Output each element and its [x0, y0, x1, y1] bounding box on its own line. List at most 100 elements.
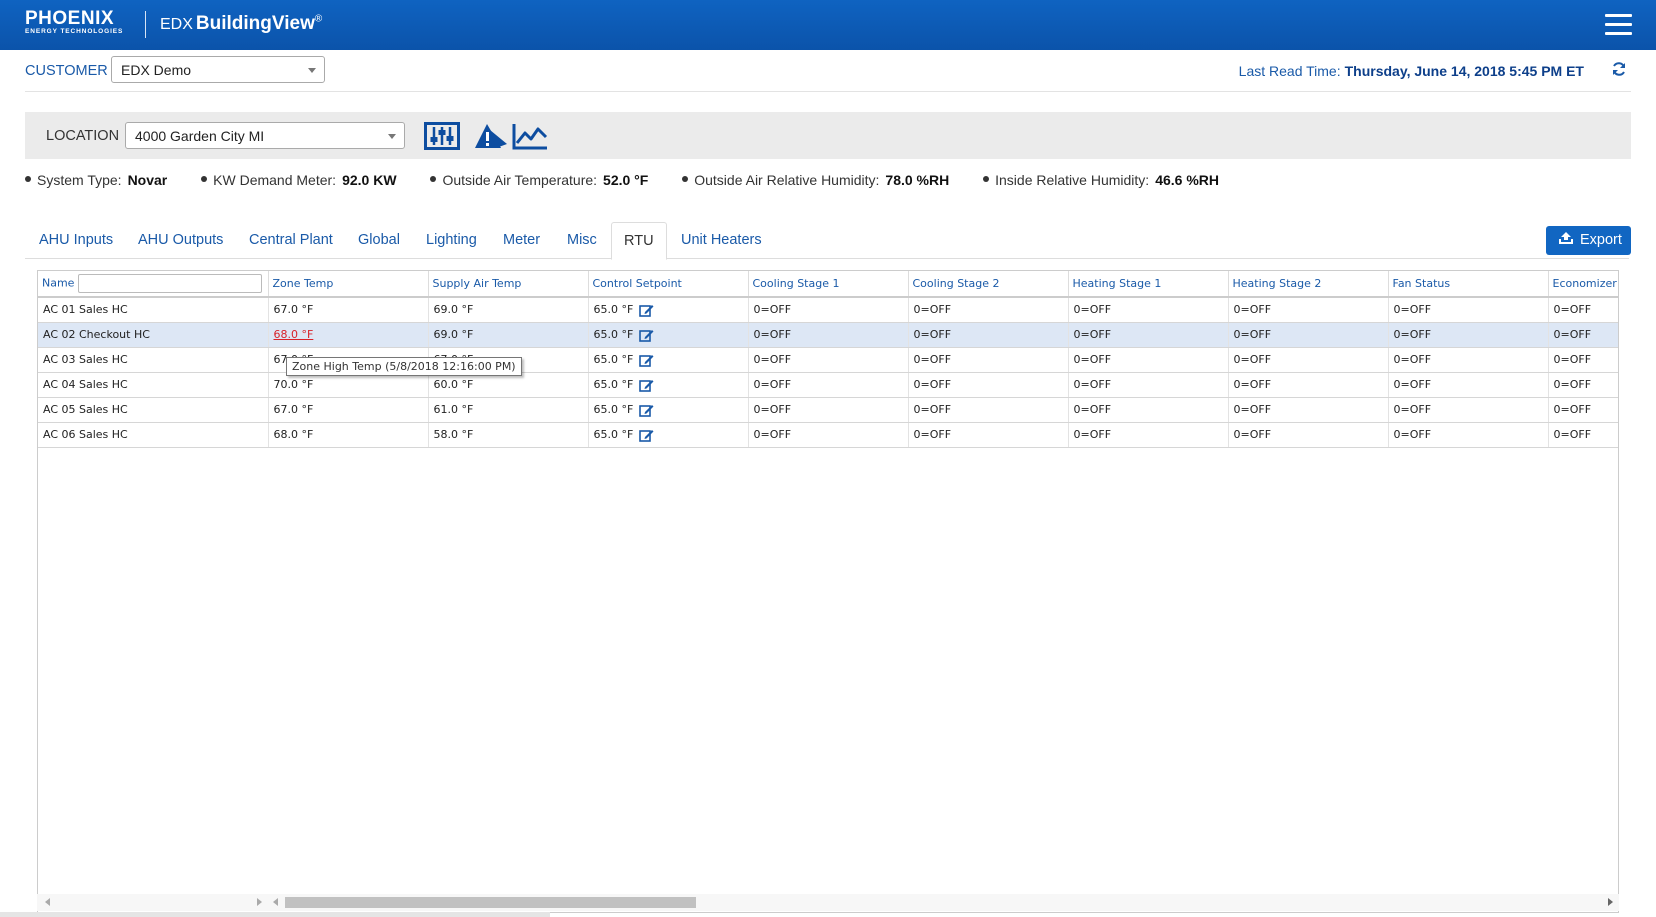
cell-value: 0=OFF: [913, 353, 952, 366]
table-cell-h1: 0=OFF: [1068, 297, 1229, 323]
tab-lighting[interactable]: Lighting: [426, 222, 477, 259]
status-outside-air-temp: Outside Air Temperature: 52.0 °F: [430, 172, 648, 188]
tab-meter[interactable]: Meter: [503, 222, 540, 259]
divider: [25, 91, 1631, 92]
cell-value: 0=OFF: [913, 328, 952, 341]
table-row[interactable]: AC 03 Sales HC67.0 °F67.0 °F65.0 °F0=OFF…: [38, 347, 1618, 373]
cell-value: 65.0 °F: [593, 302, 634, 316]
cell-value: 60.0 °F: [433, 378, 474, 391]
tab-ahu-outputs[interactable]: AHU Outputs: [138, 222, 223, 259]
cell-value: 65.0 °F: [593, 352, 634, 366]
edit-icon[interactable]: [639, 353, 654, 367]
export-button[interactable]: Export: [1546, 226, 1631, 255]
column-header-cooling-stage-1[interactable]: Cooling Stage 1: [748, 271, 909, 298]
cell-value: 65.0 °F: [593, 402, 634, 416]
location-bar: LOCATION 4000 Garden City MI: [25, 112, 1631, 159]
menu-icon[interactable]: [1605, 14, 1632, 36]
cell-value: 0=OFF: [1073, 428, 1112, 441]
column-header-fan-status[interactable]: Fan Status: [1388, 271, 1549, 298]
tab-central-plant[interactable]: Central Plant: [249, 222, 333, 259]
bullet-icon: [983, 176, 990, 183]
scroll-left-arrow-icon[interactable]: [45, 898, 50, 906]
cell-value: 67.0 °F: [273, 303, 314, 317]
column-header-heating-stage-2[interactable]: Heating Stage 2: [1228, 271, 1389, 298]
cell-value: 0=OFF: [1553, 328, 1592, 341]
edit-icon[interactable]: [639, 328, 654, 342]
column-header-economizer[interactable]: Economizer: [1548, 271, 1618, 298]
table-cell-econ: 0=OFF: [1548, 397, 1618, 423]
scroll-right-arrow-icon[interactable]: [1608, 898, 1613, 906]
horizontal-scrollbar[interactable]: [37, 894, 1619, 911]
customer-select[interactable]: EDX Demo: [111, 56, 325, 83]
column-header-zone-temp[interactable]: Zone Temp: [268, 271, 429, 298]
upload-icon: [1559, 232, 1573, 245]
brand-logo[interactable]: PHOENIX ENERGY TECHNOLOGIES: [25, 9, 123, 36]
tab-global[interactable]: Global: [358, 222, 400, 259]
scroll-right-arrow-icon[interactable]: [257, 898, 262, 906]
edit-icon[interactable]: [639, 378, 654, 392]
scroll-left-arrow-icon[interactable]: [273, 898, 278, 906]
trend-chart-icon[interactable]: [512, 122, 548, 150]
tab-rtu[interactable]: RTU: [611, 222, 667, 260]
cell-value: 0=OFF: [1393, 303, 1432, 317]
column-header-control-setpoint[interactable]: Control Setpoint: [588, 271, 749, 298]
status-label: KW Demand Meter:: [213, 172, 337, 188]
edit-icon[interactable]: [639, 303, 654, 317]
table-row[interactable]: AC 02 Checkout HC 68.0 °F 69.0 °F 65.0 °F 0=…: [38, 322, 1618, 348]
cell-value: 70.0 °F: [273, 378, 314, 391]
table-row[interactable]: AC 04 Sales HC 70.0 °F 60.0 °F 65.0 °F 0=OFF…: [38, 372, 1618, 398]
status-label: Inside Relative Humidity:: [995, 172, 1150, 188]
column-header-supply-air-temp[interactable]: Supply Air Temp: [428, 271, 589, 298]
status-system-type: System Type: Novar: [25, 172, 167, 188]
alarm-value-link[interactable]: 68.0 °F: [274, 328, 314, 341]
table-cell-c2: 0=OFF: [908, 422, 1069, 448]
tab-misc[interactable]: Misc: [567, 222, 597, 259]
cell-value: 0=OFF: [1393, 353, 1432, 366]
product-title: EDX BuildingView®: [160, 13, 322, 35]
status-value: 46.6 %RH: [1155, 172, 1219, 188]
rtu-data-grid: Name Zone Temp Supply Air Temp Control S…: [37, 270, 1619, 913]
column-header-cooling-stage-2[interactable]: Cooling Stage 2: [908, 271, 1069, 298]
status-outside-humidity: Outside Air Relative Humidity: 78.0 %RH: [682, 172, 949, 188]
column-header-name[interactable]: Name: [38, 271, 269, 298]
table-cell-name: AC 03 Sales HC: [38, 347, 269, 373]
table-cell-c1: 0=OFF: [748, 372, 909, 398]
scrollbar-thumb[interactable]: [285, 897, 696, 908]
cell-value: 0=OFF: [1073, 303, 1112, 317]
table-row[interactable]: AC 06 Sales HC 68.0 °F 58.0 °F 65.0 °F 0=OFF…: [38, 422, 1618, 448]
alarm-icon[interactable]: [474, 122, 510, 150]
table-row[interactable]: AC 05 Sales HC 67.0 °F 61.0 °F 65.0 °F 0=OFF…: [38, 397, 1618, 423]
column-header-heating-stage-1[interactable]: Heating Stage 1: [1068, 271, 1229, 298]
table-cell-h2: 0=OFF: [1228, 372, 1389, 398]
table-cell-supply: 61.0 °F: [428, 397, 589, 423]
cell-value: 0=OFF: [1393, 403, 1432, 416]
controls-icon[interactable]: [424, 122, 460, 150]
table-cell-name: AC 01 Sales HC: [38, 297, 269, 323]
refresh-icon[interactable]: [1611, 61, 1627, 77]
table-cell-name: AC 04 Sales HC: [38, 372, 269, 398]
table-cell-c2: 0=OFF: [908, 372, 1069, 398]
cell-value: 0=OFF: [1393, 328, 1432, 341]
table-cell-setpoint: 65.0 °F: [588, 297, 749, 323]
table-cell-h1: 0=OFF: [1068, 372, 1229, 398]
table-cell-h1: 0=OFF: [1068, 422, 1229, 448]
table-row[interactable]: AC 01 Sales HC 67.0 °F 69.0 °F 65.0 °F 0=OFF…: [38, 297, 1618, 323]
edit-icon[interactable]: [639, 403, 654, 417]
cell-value: 0=OFF: [913, 303, 952, 317]
cell-value: 0=OFF: [753, 378, 792, 391]
last-read-label: Last Read Time:: [1238, 63, 1341, 79]
cell-value: 69.0 °F: [433, 328, 474, 341]
name-filter-input[interactable]: [78, 274, 263, 293]
cell-value: 0=OFF: [913, 403, 952, 416]
cell-value: 0=OFF: [1233, 378, 1272, 391]
table-cell-zone: 68.0 °F: [268, 322, 429, 348]
location-select[interactable]: 4000 Garden City MI: [125, 122, 405, 149]
cell-value: AC 04 Sales HC: [43, 378, 128, 391]
cell-value: 69.0 °F: [433, 303, 474, 317]
cell-value: 0=OFF: [1553, 403, 1592, 416]
cell-value: 0=OFF: [753, 303, 792, 317]
tab-unit-heaters[interactable]: Unit Heaters: [681, 222, 762, 259]
tab-ahu-inputs[interactable]: AHU Inputs: [39, 222, 113, 259]
alarm-tooltip: Zone High Temp (5/8/2018 12:16:00 PM): [286, 357, 522, 376]
edit-icon[interactable]: [639, 428, 654, 442]
